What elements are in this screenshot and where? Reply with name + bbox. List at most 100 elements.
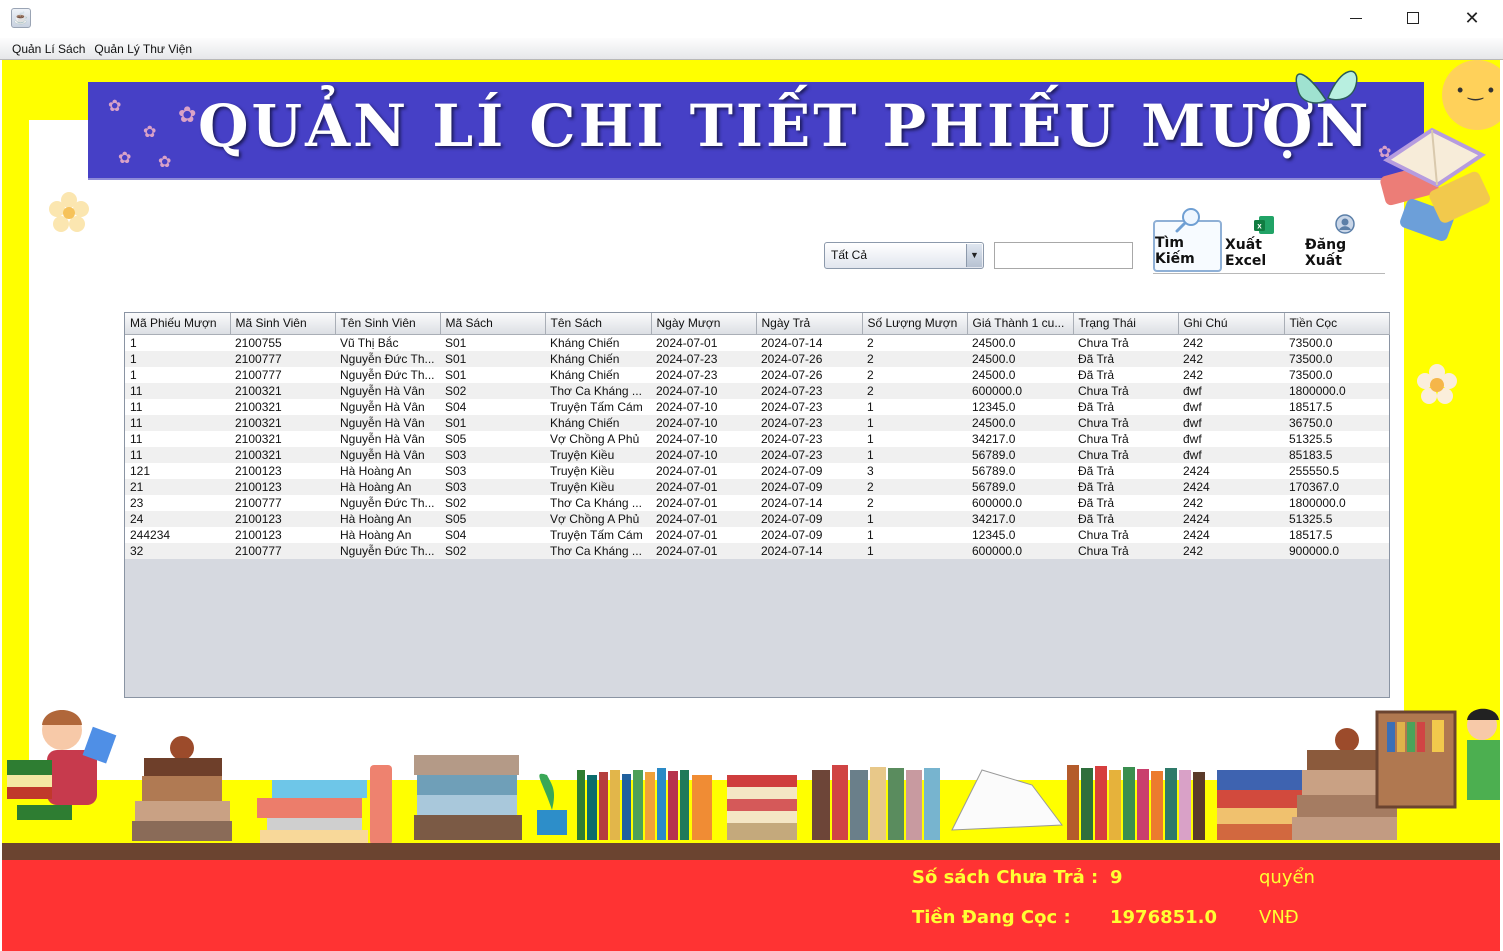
table-cell: S03: [445, 479, 467, 494]
main-panel: • ‿ • ✿ ✿ ✿ ✿ ✿ ✿ QUẢN LÍ CHI TIẾT PHIẾU…: [2, 60, 1500, 860]
table-cell: 2024-07-23: [656, 367, 718, 382]
column-header[interactable]: Mã Sinh Viên: [230, 313, 336, 335]
table-row[interactable]: 121 2100123 Hà Hoàng An S03 Truyện Kiều 2024-…: [125, 462, 1389, 479]
column-header[interactable]: Trạng Thái: [1073, 313, 1179, 335]
column-header[interactable]: Tên Sinh Viên: [335, 313, 441, 335]
table-row[interactable]: 1 2100777 Nguyễn Đức Th... S01 Kháng Chiến 20…: [125, 350, 1389, 367]
column-header[interactable]: Ngày Mượn: [651, 313, 757, 335]
unreturned-books-unit: quyển: [1259, 867, 1315, 888]
table-cell: Hà Hoàng An: [340, 479, 412, 494]
table-row[interactable]: 23 2100777 Nguyễn Đức Th... S02 Thơ Ca Kháng…: [125, 494, 1389, 511]
table-row[interactable]: 1 2100755 Vũ Thị Bắc S01 Kháng Chiến 2024-07-…: [125, 334, 1389, 351]
table-row[interactable]: 244234 2100123 Hà Hoàng An S04 Truyện Tấm Cá…: [125, 526, 1389, 543]
table-cell: 85183.5: [1289, 447, 1333, 462]
maximize-icon: [1407, 12, 1419, 24]
table-cell: 2424: [1183, 511, 1210, 526]
butterfly-icon: [1295, 70, 1358, 104]
table-cell: 242: [1183, 495, 1204, 510]
table-cell: Thơ Ca Kháng ...: [550, 495, 642, 510]
column-header[interactable]: Ghi Chú: [1178, 313, 1285, 335]
table-cell: Vũ Thị Bắc: [340, 335, 399, 350]
table-cell: 2024-07-01: [656, 511, 718, 526]
table-cell: Kháng Chiến: [550, 335, 620, 350]
column-header[interactable]: Giá Thành 1 cu...: [967, 313, 1074, 335]
maximize-button[interactable]: [1384, 0, 1442, 36]
table-cell: Đã Trả: [1078, 479, 1115, 494]
table-cell: 2100123: [235, 511, 282, 526]
filter-dropdown-value: Tất Cả: [831, 248, 868, 262]
logout-label: Đăng Xuất: [1305, 237, 1347, 269]
table-cell: S03: [445, 463, 467, 478]
table-row[interactable]: 24 2100123 Hà Hoàng An S05 Vợ Chồng A Phủ 202…: [125, 510, 1389, 527]
table-cell: Hà Hoàng An: [340, 527, 412, 542]
table-cell: Truyện Kiều: [550, 463, 615, 478]
loan-details-table[interactable]: Mã Phiếu Mượn Mã Sinh Viên Tên Sinh Viên…: [124, 312, 1390, 698]
search-input[interactable]: [994, 242, 1133, 269]
table-row[interactable]: 11 2100321 Nguyễn Hà Vân S01 Kháng Chiến 2024…: [125, 414, 1389, 431]
table-cell: 23: [130, 495, 144, 510]
table-cell: 2024-07-23: [761, 415, 823, 430]
table-cell: 18517.5: [1289, 399, 1333, 414]
table-cell: Đã Trả: [1078, 351, 1115, 366]
table-row[interactable]: 11 2100321 Nguyễn Hà Vân S02 Thơ Ca Kháng ..…: [125, 382, 1389, 399]
chevron-down-icon[interactable]: ▼: [966, 244, 982, 267]
table-cell: Chưa Trả: [1078, 527, 1129, 542]
table-cell: 24: [130, 511, 144, 526]
minimize-button[interactable]: [1327, 0, 1385, 36]
java-cup-icon[interactable]: ☕: [11, 8, 31, 28]
table-cell: 2024-07-14: [761, 335, 823, 350]
page-banner: ✿ ✿ ✿ ✿ ✿ ✿ QUẢN LÍ CHI TIẾT PHIẾU MƯỢN: [88, 82, 1424, 180]
table-cell: 24500.0: [972, 415, 1016, 430]
column-header[interactable]: Ngày Trả: [756, 313, 863, 335]
table-cell: 2024-07-01: [656, 479, 718, 494]
table-cell: 242: [1183, 351, 1204, 366]
flower-decoration-icon: [49, 192, 89, 232]
table-cell: Đã Trả: [1078, 399, 1115, 414]
table-cell: 2024-07-09: [761, 479, 823, 494]
table-cell: Truyện Tấm Cám: [550, 527, 643, 542]
table-cell: 2024-07-14: [761, 543, 823, 558]
close-button[interactable]: ✕: [1443, 0, 1501, 36]
column-header[interactable]: Tiền Cọc: [1284, 313, 1390, 335]
table-cell: 11: [130, 447, 143, 462]
table-cell: 2024-07-10: [656, 431, 718, 446]
search-icon: [1174, 207, 1202, 233]
table-cell: S04: [445, 399, 467, 414]
table-cell: Truyện Tấm Cám: [550, 399, 643, 414]
table-row[interactable]: 32 2100777 Nguyễn Đức Th... S02 Thơ Ca Kháng…: [125, 542, 1389, 559]
logout-button[interactable]: Đăng Xuất: [1305, 214, 1385, 272]
shelf-plank: [2, 843, 1500, 860]
table-cell: 18517.5: [1289, 527, 1333, 542]
table-cell: 12345.0: [972, 527, 1016, 542]
table-cell: S01: [445, 351, 467, 366]
table-row[interactable]: 21 2100123 Hà Hoàng An S03 Truyện Kiều 2024-0…: [125, 478, 1389, 495]
export-excel-button[interactable]: x Xuất Excel: [1225, 216, 1303, 272]
table-cell: Chưa Trả: [1078, 431, 1129, 446]
table-cell: 1: [867, 447, 874, 462]
table-row[interactable]: 11 2100321 Nguyễn Hà Vân S03 Truyện Kiều 2024…: [125, 446, 1389, 463]
table-cell: S03: [445, 447, 467, 462]
search-button[interactable]: Tìm Kiếm: [1153, 208, 1222, 272]
column-header[interactable]: Tên Sách: [545, 313, 652, 335]
flower-icon: ✿: [158, 154, 172, 171]
table-row[interactable]: 11 2100321 Nguyễn Hà Vân S04 Truyện Tấm Cám 2…: [125, 398, 1389, 415]
table-cell: Chưa Trả: [1078, 543, 1129, 558]
table-cell: Nguyễn Đức Th...: [340, 543, 435, 558]
column-header[interactable]: Mã Phiếu Mượn: [125, 313, 231, 335]
menu-item-quan-li-sach[interactable]: Quản Lí Sách: [12, 42, 85, 56]
table-row[interactable]: 1 2100777 Nguyễn Đức Th... S01 Kháng Chiến 20…: [125, 366, 1389, 383]
table-cell: 2: [867, 383, 874, 398]
table-cell: 51325.5: [1289, 511, 1333, 526]
column-header[interactable]: Mã Sách: [440, 313, 546, 335]
table-cell: S02: [445, 543, 467, 558]
filter-dropdown[interactable]: Tất Cả ▼: [824, 242, 984, 269]
search-button-label: Tìm Kiếm: [1155, 235, 1195, 267]
menu-item-quan-ly-thu-vien[interactable]: Quản Lý Thư Viện: [94, 42, 192, 56]
title-bar: ☕ ✕: [0, 0, 1503, 38]
table-cell: 11: [130, 431, 143, 446]
table-cell: 2: [867, 479, 874, 494]
column-header[interactable]: Số Lượng Mượn: [862, 313, 968, 335]
table-cell: 73500.0: [1289, 351, 1333, 366]
table-row[interactable]: 11 2100321 Nguyễn Hà Vân S05 Vợ Chồng A Phủ 2…: [125, 430, 1389, 447]
table-cell: 2024-07-09: [761, 463, 823, 478]
